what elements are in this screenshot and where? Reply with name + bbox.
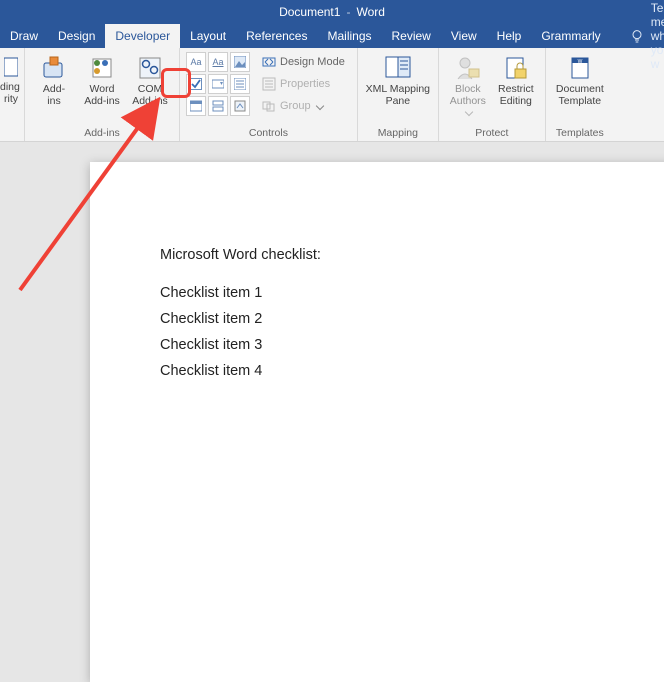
picture-control-icon[interactable] xyxy=(230,52,250,72)
group-mapping: XML Mapping Pane Mapping xyxy=(358,48,439,141)
document-template-button[interactable]: W Document Template xyxy=(552,52,608,109)
group-controls: Aa Aa Design Mode Properties xyxy=(180,48,358,141)
tab-review[interactable]: Review xyxy=(382,24,441,48)
tab-help[interactable]: Help xyxy=(487,24,532,48)
document-template-label: Document Template xyxy=(556,84,604,107)
restrict-editing-label: Restrict Editing xyxy=(498,84,534,107)
xml-mapping-label: XML Mapping Pane xyxy=(366,84,430,107)
group-templates: W Document Template Templates xyxy=(546,48,614,141)
properties-icon xyxy=(262,77,276,91)
addins-icon xyxy=(40,54,68,82)
design-mode-icon xyxy=(262,55,276,69)
document-canvas[interactable]: Microsoft Word checklist: Checklist item… xyxy=(0,142,664,500)
title-sep: - xyxy=(346,5,350,19)
doc-item[interactable]: Checklist item 3 xyxy=(160,337,640,353)
legacy-tools-icon[interactable] xyxy=(230,96,250,116)
group-protect: Block Authors Restrict Editing Protect xyxy=(439,48,546,141)
document-name: Document1 xyxy=(279,5,340,19)
chevron-down-icon xyxy=(315,102,323,110)
tab-view[interactable]: View xyxy=(441,24,487,48)
group-protect-label: Protect xyxy=(445,125,539,139)
group-addins-label: Add-ins xyxy=(31,125,173,139)
tell-me-label: Tell me what you w xyxy=(651,1,664,71)
doc-item[interactable]: Checklist item 1 xyxy=(160,285,640,301)
design-mode-label: Design Mode xyxy=(280,56,345,68)
group-label-text: Group xyxy=(280,100,311,112)
tell-me-search[interactable]: Tell me what you w xyxy=(621,24,664,48)
document-template-icon: W xyxy=(566,54,594,82)
group-icon xyxy=(262,99,276,113)
page[interactable]: Microsoft Word checklist: Checklist item… xyxy=(90,162,664,682)
tab-design[interactable]: Design xyxy=(48,24,105,48)
partial-label-1: ding xyxy=(0,81,20,93)
repeating-section-control-icon[interactable] xyxy=(208,96,228,116)
app-name: Word xyxy=(356,5,384,19)
tab-references[interactable]: References xyxy=(236,24,317,48)
group-addins: Add- ins Word Add-ins COM Add-ins Add-in… xyxy=(25,48,180,141)
group-button[interactable]: Group xyxy=(256,96,351,116)
ribbon: dingrity Add- ins Word Add-ins COM Add-i… xyxy=(0,48,664,142)
block-authors-button[interactable]: Block Authors xyxy=(445,52,491,117)
combobox-control-icon[interactable] xyxy=(208,74,228,94)
word-addins-label: Word Add-ins xyxy=(84,84,120,107)
ribbon-tabs: Draw Design Developer Layout References … xyxy=(0,24,664,48)
xml-mapping-button[interactable]: XML Mapping Pane xyxy=(364,52,432,109)
partial-label-2: rity xyxy=(4,93,18,105)
partial-group-label xyxy=(0,125,18,139)
restrict-editing-icon xyxy=(502,54,530,82)
addins-label: Add- ins xyxy=(43,84,65,107)
tab-grammarly[interactable]: Grammarly xyxy=(531,24,610,48)
com-addins-icon xyxy=(136,54,164,82)
group-controls-label: Controls xyxy=(186,125,351,139)
tab-layout[interactable]: Layout xyxy=(180,24,236,48)
svg-text:W: W xyxy=(577,59,582,65)
doc-heading[interactable]: Microsoft Word checklist: xyxy=(160,247,640,263)
design-mode-button[interactable]: Design Mode xyxy=(256,52,351,72)
properties-button[interactable]: Properties xyxy=(256,74,351,94)
word-addins-icon xyxy=(88,54,116,82)
xml-mapping-icon xyxy=(384,54,412,82)
partial-icon xyxy=(0,52,18,82)
doc-item[interactable]: Checklist item 4 xyxy=(160,363,640,379)
plain-text-control-icon[interactable]: Aa xyxy=(208,52,228,72)
lightbulb-icon xyxy=(629,28,645,44)
restrict-editing-button[interactable]: Restrict Editing xyxy=(493,52,539,117)
dropdown-control-icon[interactable] xyxy=(230,74,250,94)
tab-developer[interactable]: Developer xyxy=(105,24,180,48)
annotation-highlight-box xyxy=(161,68,191,98)
addins-button[interactable]: Add- ins xyxy=(31,52,77,109)
chevron-down-icon xyxy=(465,108,473,116)
title-bar: Document1 - Word xyxy=(0,0,664,24)
block-authors-label: Block Authors xyxy=(450,84,486,107)
tab-draw[interactable]: Draw xyxy=(0,24,48,48)
doc-item[interactable]: Checklist item 2 xyxy=(160,311,640,327)
group-templates-label: Templates xyxy=(552,125,608,139)
word-addins-button[interactable]: Word Add-ins xyxy=(79,52,125,109)
block-authors-icon xyxy=(454,54,482,82)
date-picker-control-icon[interactable] xyxy=(186,96,206,116)
properties-label: Properties xyxy=(280,78,330,90)
controls-gallery: Aa Aa xyxy=(186,52,250,116)
tab-mailings[interactable]: Mailings xyxy=(317,24,381,48)
group-mapping-label: Mapping xyxy=(364,125,432,139)
